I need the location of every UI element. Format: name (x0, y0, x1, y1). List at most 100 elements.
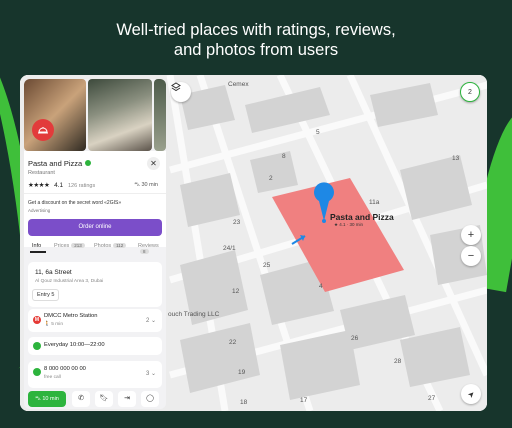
map-label: ouch Trading LLC (168, 311, 220, 318)
map-label: 13 (452, 155, 460, 162)
metro-name: DMCC Metro Station (44, 313, 98, 319)
phone-count: 3 (145, 371, 150, 377)
map-label: 28 (394, 358, 402, 365)
promo-headline: Well-tried places with ratings, reviews,… (0, 20, 512, 60)
rating-stars-icon: ★★★★ (28, 182, 50, 189)
metro-count: 2 (145, 318, 150, 324)
clock-icon (33, 342, 41, 350)
chevron-down-icon: ⌄ (150, 371, 156, 377)
zoom-out-button[interactable]: − (461, 246, 481, 266)
minus-icon: − (467, 250, 475, 262)
place-title-row: Pasta and Pizza (28, 159, 92, 168)
car-icon: ⛍ (134, 182, 140, 188)
chevron-down-icon: ⌄ (150, 318, 156, 324)
call-button[interactable]: ✆ (72, 391, 90, 407)
verified-icon (85, 160, 92, 166)
whatsapp-icon: ◯ (146, 395, 154, 402)
address-line: 11, 6a Street (35, 269, 72, 276)
phone-icon (33, 368, 41, 376)
phone-number: 8 000 000 00 00 (44, 366, 86, 372)
place-card-panel: Pasta and Pizza Restaurant ✕ ★★★★ 4.1 12… (24, 79, 166, 409)
ratings-count: 126 ratings (67, 183, 96, 189)
map-label: 25 (263, 262, 271, 269)
place-photo[interactable] (88, 79, 152, 151)
metro-walk-time: 🚶 5 min (44, 322, 64, 327)
tab-label: Prices (54, 243, 70, 249)
metro-icon: M (33, 316, 41, 324)
photo-strip[interactable] (24, 79, 166, 151)
map-label: 18 (240, 399, 248, 406)
tab-info[interactable]: Info (32, 243, 41, 249)
route-button[interactable]: ⛍ 10 min (28, 391, 66, 407)
plus-icon: + (467, 229, 475, 241)
map-label: 19 (238, 369, 246, 376)
divider (24, 193, 166, 194)
close-icon: ✕ (150, 159, 157, 168)
address-card[interactable]: 11, 6a Street Al Qouz Industrial Area 3,… (28, 262, 162, 307)
map-label: 26 (351, 335, 359, 342)
opening-hours: Everyday 10:00—22:00 (44, 342, 105, 348)
address-sub: Al Qouz Industrial Area 3, Dubai (35, 279, 104, 284)
map-label: 17 (300, 397, 308, 404)
tab-label: Photos (94, 243, 112, 249)
map-label: 24/1 (223, 245, 236, 252)
place-photo[interactable] (154, 79, 166, 151)
tab-prices[interactable]: Prices 213 (54, 243, 85, 249)
bookmark-button[interactable]: 🔖︎ (95, 391, 113, 407)
map-poi-subtitle: ★ 4.1 · 30 min (334, 222, 364, 227)
active-tab-indicator (30, 251, 46, 253)
headline-line-1: Well-tried places with ratings, reviews, (116, 21, 396, 39)
share-button[interactable]: ⇥ (118, 391, 136, 407)
my-location-button[interactable]: ➤ (461, 384, 481, 404)
bookmark-icon: 🔖︎ (99, 395, 109, 402)
whatsapp-button[interactable]: ◯ (141, 391, 159, 407)
tab-count: 112 (113, 243, 127, 248)
advertising-tag: Advertising (28, 208, 51, 213)
map-label: 2 (269, 175, 273, 182)
entry-chip[interactable]: Entry 5 (32, 289, 60, 301)
place-tabs: Info Prices 213 Photos 112 Reviews8 (24, 239, 166, 255)
layers-button[interactable] (171, 82, 191, 102)
metro-expand[interactable]: 2 ⌄ (146, 317, 156, 324)
map-label: 8 (282, 153, 286, 160)
hours-card[interactable]: Everyday 10:00—22:00 (28, 337, 162, 355)
rating-value: 4.1 (54, 182, 64, 189)
map-label: 12 (232, 288, 240, 295)
route-time: 10 min (42, 396, 59, 402)
map-poi-name[interactable]: Pasta and Pizza (330, 212, 394, 222)
share-icon: ⇥ (124, 395, 130, 402)
action-bar: ⛍ 10 min ✆ 🔖︎ ⇥ ◯ (24, 391, 166, 409)
place-title: Pasta and Pizza (28, 159, 83, 168)
order-online-button[interactable]: Order online (28, 219, 162, 236)
tab-count: 8 (140, 249, 149, 254)
map-label: 4 (319, 283, 323, 290)
map-label: 22 (229, 339, 237, 346)
travel-time-label: 30 min (141, 182, 158, 188)
map-label: 27 (428, 395, 436, 402)
promo-text[interactable]: Get a discount on the secret word «2GIS» (28, 200, 121, 206)
restaurant-category-icon (32, 119, 54, 141)
tab-label: Info (32, 243, 42, 249)
tab-count: 213 (71, 243, 85, 248)
app-screen: Cemex 2 5 8 13 23 24/1 25 11a 4 12 26 28… (20, 75, 487, 411)
zoom-in-button[interactable]: + (461, 225, 481, 245)
tab-reviews[interactable]: Reviews8 (138, 243, 166, 255)
headline-line-2: and photos from users (173, 41, 339, 59)
map-label: 23 (233, 219, 241, 226)
metro-card[interactable]: M DMCC Metro Station 🚶 5 min 2 ⌄ (28, 309, 162, 332)
rating-row[interactable]: ★★★★ 4.1 126 ratings (28, 181, 95, 189)
navigation-arrow-icon: ➤ (465, 388, 477, 400)
phone-card[interactable]: 8 000 000 00 00 free call 3 ⌄ (28, 361, 162, 388)
phone-icon: ✆ (78, 395, 84, 402)
place-category: Restaurant (28, 170, 55, 176)
filter-count-label: 2 (468, 88, 472, 96)
place-photo[interactable] (24, 79, 86, 151)
close-button[interactable]: ✕ (147, 157, 160, 170)
phone-expand[interactable]: 3 ⌄ (146, 370, 156, 377)
tab-photos[interactable]: Photos 112 (94, 243, 127, 249)
phone-sub: free call (44, 375, 61, 380)
filter-count-button[interactable]: 2 (460, 82, 480, 102)
map-label: 11a (369, 199, 380, 206)
map-label: 5 (316, 129, 320, 136)
car-icon: ⛍ (35, 396, 41, 402)
